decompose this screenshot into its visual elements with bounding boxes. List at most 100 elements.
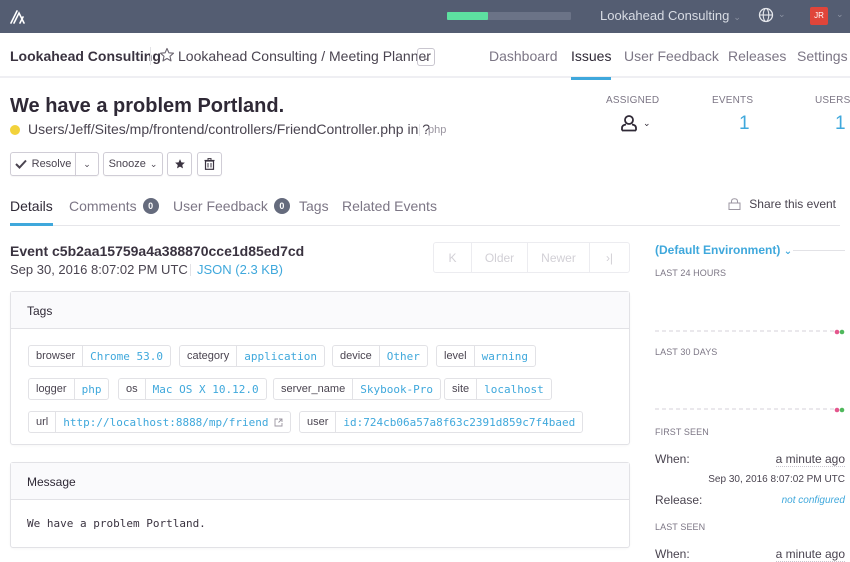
issue-tabs: Details Comments 0 User Feedback 0 Tags Re… (10, 190, 840, 226)
tab-details[interactable]: Details (10, 198, 53, 226)
first-event-button[interactable]: K (434, 243, 472, 272)
quota-progress-fill (447, 12, 488, 20)
project-dropdown-button[interactable]: ⌄ (417, 48, 435, 66)
message-text: We have a problem Portland. (27, 517, 206, 530)
tag-value[interactable]: warning (475, 346, 535, 366)
issue-title: We have a problem Portland. (10, 95, 285, 117)
older-event-button[interactable]: Older (472, 243, 528, 272)
tag-value[interactable]: Other (380, 346, 427, 366)
last-event-button[interactable]: ›| (590, 243, 629, 272)
tag-value[interactable]: Chrome 53.0 (83, 346, 170, 366)
delete-button[interactable] (197, 152, 222, 176)
sparkline-point (839, 407, 845, 413)
sparkline-30d (655, 407, 845, 413)
tag-device[interactable]: device Other (332, 345, 428, 367)
org-switcher-label: Lookahead Consulting (600, 8, 730, 23)
sparkline-point (834, 329, 840, 335)
environment-label: (Default Environment) (655, 243, 781, 257)
tag-server-name[interactable]: server_name Skybook-Pro (273, 378, 442, 400)
chevron-down-icon: ⌄ (783, 246, 793, 257)
tab-label: User Feedback (173, 198, 268, 214)
assignee-selector[interactable]: ⌄ (620, 114, 651, 132)
org-name-link[interactable]: Lookahead Consulting (10, 48, 161, 64)
last-seen-when: a minute ago (775, 547, 845, 562)
lock-icon (728, 198, 741, 210)
tab-user-feedback[interactable]: User Feedback 0 (173, 198, 290, 214)
tag-key: browser (29, 346, 84, 366)
event-id: Event c5b2aa15759a4a388870cce1d85ed7cd (10, 243, 305, 259)
tag-level[interactable]: level warning (436, 345, 536, 367)
tag-value[interactable]: application (237, 346, 324, 366)
tag-value-url[interactable]: http://localhost:8888/mp/friend (56, 412, 289, 432)
resolve-button[interactable]: Resolve (10, 152, 76, 176)
tag-value[interactable]: Skybook-Pro (353, 379, 440, 399)
release-label: Release: (655, 493, 703, 507)
tab-comments[interactable]: Comments 0 (69, 198, 159, 214)
external-link-icon[interactable] (274, 418, 283, 427)
nav-issues[interactable]: Issues (571, 48, 612, 80)
event-date: Sep 30, 2016 8:07:02 PM UTC (10, 262, 188, 277)
project-name-link[interactable]: Lookahead Consulting / Meeting Planner (178, 48, 431, 64)
last-24-hours-label: LAST 24 HOURS (655, 268, 727, 278)
snooze-label: Snooze (108, 158, 146, 170)
tag-value[interactable]: Mac OS X 10.12.0 (146, 379, 266, 399)
user-avatar[interactable]: JR (810, 7, 828, 25)
tag-category[interactable]: category application (179, 345, 326, 367)
project-header: Lookahead Consulting Lookahead Consultin… (0, 33, 850, 80)
tag-key: url (29, 412, 57, 432)
last-seen-label: LAST SEEN (655, 522, 706, 532)
chevron-down-icon: ⌄ (422, 52, 430, 62)
tag-value[interactable]: id:724cb06a57a8f63c2391d859c7f4baed (336, 412, 582, 432)
tag-os[interactable]: os Mac OS X 10.12.0 (118, 378, 267, 400)
environment-selector[interactable]: (Default Environment) ⌄ (655, 243, 792, 257)
events-count[interactable]: 1 (739, 113, 750, 135)
tab-tags[interactable]: Tags (299, 198, 329, 214)
chevron-down-icon: ⌄ (643, 117, 651, 128)
newer-event-button[interactable]: Newer (528, 243, 590, 272)
count-badge: 0 (142, 198, 159, 214)
star-icon (174, 159, 185, 169)
tag-value[interactable]: php (75, 379, 109, 399)
tag-key: os (119, 379, 146, 399)
tag-url[interactable]: url http://localhost:8888/mp/friend (28, 411, 291, 433)
resolve-label: Resolve (31, 158, 72, 170)
tag-logger[interactable]: logger php (28, 378, 110, 400)
message-panel: Message We have a problem Portland. (10, 462, 630, 548)
tag-value[interactable]: localhost (477, 379, 551, 399)
tag-key: logger (29, 379, 75, 399)
chevron-down-icon: ⌄ (733, 12, 741, 22)
tag-browser[interactable]: browser Chrome 53.0 (28, 345, 171, 367)
trash-icon (204, 158, 215, 170)
tab-related-events[interactable]: Related Events (342, 198, 437, 214)
first-seen-date: Sep 30, 2016 8:07:02 PM UTC (708, 474, 845, 485)
release-link[interactable]: not configured (782, 495, 845, 506)
tag-user[interactable]: user id:724cb06a57a8f63c2391d859c7f4baed (299, 411, 584, 433)
nav-settings[interactable]: Settings (797, 48, 848, 64)
snooze-button[interactable]: Snooze ⌄ (103, 152, 163, 176)
top-bar: Lookahead Consulting ⌄ ⌄ JR ⌄ (0, 0, 850, 33)
globe-icon[interactable] (758, 7, 774, 23)
sentry-logo-icon[interactable] (10, 8, 28, 24)
share-event-button[interactable]: Share this event (728, 197, 836, 211)
resolve-dropdown-button[interactable]: ⌄ (75, 152, 99, 176)
tag-value[interactable]: http://localhost:8888/mp/friend (63, 416, 268, 429)
user-icon (621, 115, 637, 132)
org-switcher[interactable]: Lookahead Consulting ⌄ (600, 8, 741, 23)
users-count[interactable]: 1 (835, 113, 846, 135)
bookmark-button[interactable] (167, 152, 192, 176)
event-json-link[interactable]: JSON (2.3 KB) (197, 262, 283, 277)
star-icon[interactable] (159, 47, 175, 63)
nav-releases[interactable]: Releases (728, 48, 786, 64)
tag-key: server_name (274, 379, 354, 399)
last-seen-when-label: When: (655, 547, 690, 561)
nav-user-feedback[interactable]: User Feedback (624, 48, 719, 64)
nav-dashboard[interactable]: Dashboard (489, 48, 558, 64)
tag-site[interactable]: site localhost (444, 378, 552, 400)
assigned-label: ASSIGNED (606, 95, 660, 106)
tab-label: Details (10, 198, 53, 214)
level-indicator (10, 125, 20, 135)
platform-label: php (428, 124, 447, 136)
tag-key: user (300, 412, 337, 432)
checkmark-icon (14, 159, 27, 169)
first-seen-when-label: When: (655, 452, 690, 466)
